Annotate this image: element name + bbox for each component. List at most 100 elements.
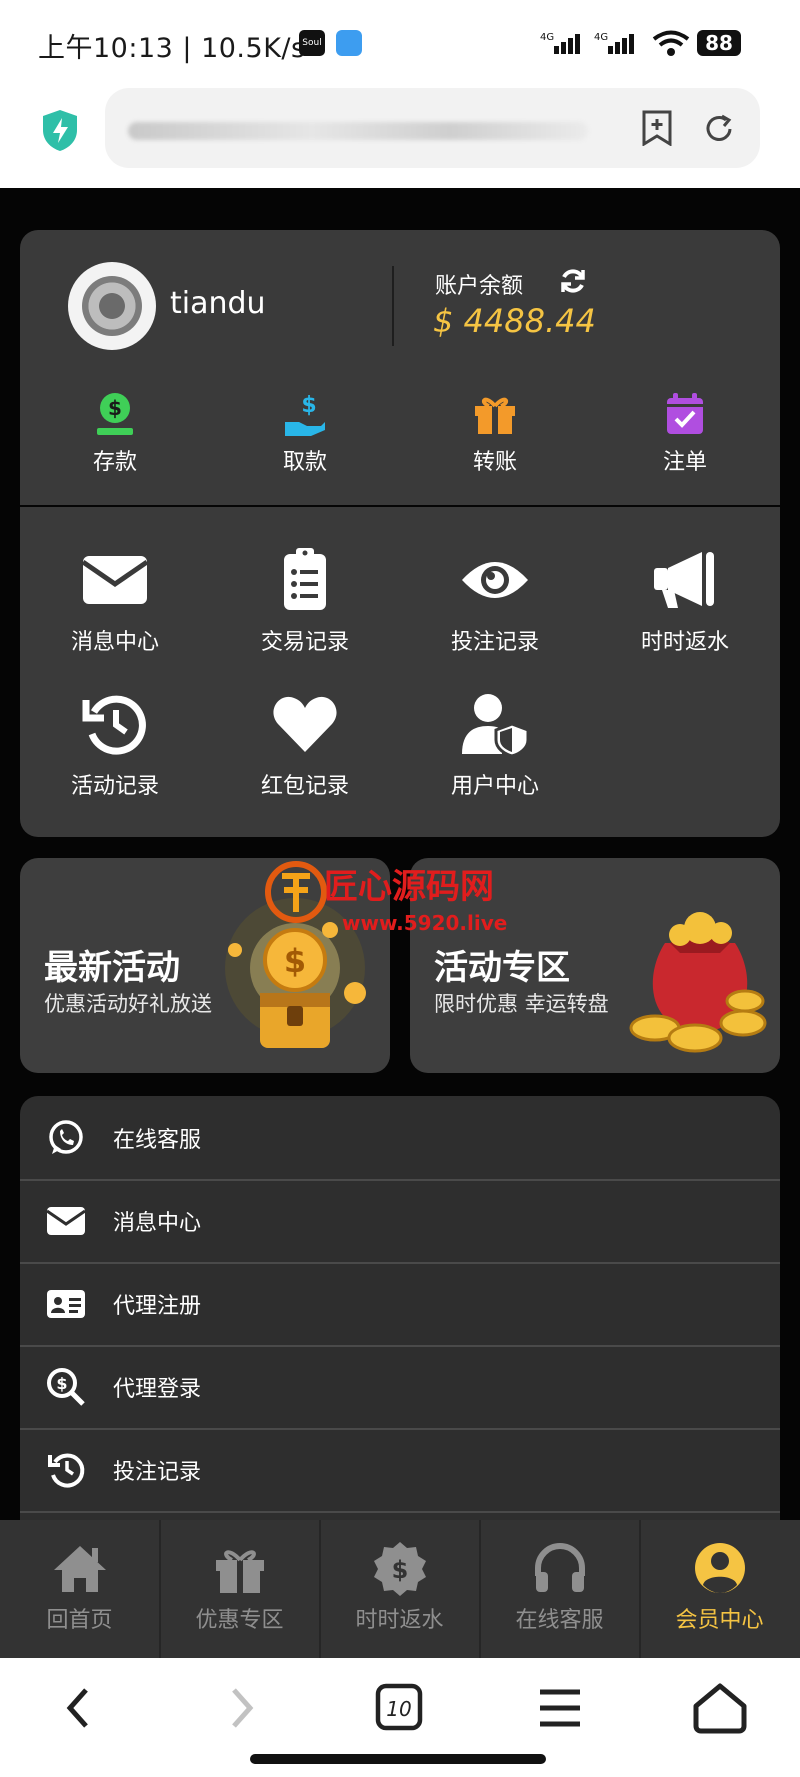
home-indicator[interactable] bbox=[250, 1754, 546, 1764]
grid-item-bet-records[interactable]: 投注记录 bbox=[415, 548, 575, 656]
deposit-button[interactable]: $ 存款 bbox=[55, 390, 175, 476]
gift-icon bbox=[210, 1540, 270, 1596]
grid-item-messages[interactable]: 消息中心 bbox=[35, 548, 195, 656]
withdraw-label: 取款 bbox=[282, 450, 327, 475]
promo-subtitle: 优惠活动好礼放送 bbox=[44, 992, 212, 1016]
forward-icon[interactable] bbox=[200, 1678, 280, 1738]
tab-label: 在线客服 bbox=[515, 1608, 604, 1633]
tab-home[interactable]: 回首页 bbox=[0, 1520, 161, 1658]
add-bookmark-icon[interactable] bbox=[640, 110, 674, 150]
home-icon[interactable] bbox=[680, 1678, 760, 1738]
grid-label: 时时返水 bbox=[640, 630, 729, 655]
svg-text:10: 10 bbox=[386, 1697, 411, 1721]
list-label: 代理注册 bbox=[113, 1294, 202, 1319]
tabs-counter-button[interactable]: 10 bbox=[360, 1678, 440, 1738]
grid-label: 用户中心 bbox=[450, 774, 539, 799]
grid-label: 红包记录 bbox=[260, 774, 349, 799]
megaphone-icon bbox=[650, 548, 720, 612]
bet-slip-button[interactable]: 注单 bbox=[625, 390, 745, 476]
user-shield-icon bbox=[460, 692, 530, 758]
back-icon[interactable] bbox=[40, 1678, 120, 1738]
gift-icon bbox=[471, 390, 519, 438]
reload-icon[interactable] bbox=[702, 112, 736, 150]
divider bbox=[392, 266, 394, 346]
refresh-balance-icon[interactable] bbox=[558, 266, 588, 303]
tab-promotions[interactable]: 优惠专区 bbox=[160, 1520, 321, 1658]
battery-indicator: 88 bbox=[697, 30, 741, 56]
robot-app-icon bbox=[336, 30, 362, 56]
dollar-badge-icon: $ bbox=[370, 1540, 430, 1596]
cell-signal-icon: 4G bbox=[540, 30, 590, 64]
calendar-check-icon bbox=[661, 390, 709, 438]
tab-member-center[interactable]: 会员中心 bbox=[640, 1520, 799, 1658]
status-bar: 上午10:13 | 10.5K/s Soul 4G 4G 88 bbox=[0, 0, 800, 80]
deposit-label: 存款 bbox=[92, 450, 137, 475]
list-item-bet-records[interactable]: 投注记录 bbox=[20, 1428, 780, 1513]
user-circle-icon bbox=[690, 1540, 750, 1596]
svg-text:4G: 4G bbox=[594, 32, 608, 43]
grid-item-user-center[interactable]: 用户中心 bbox=[415, 692, 575, 800]
svg-text:$: $ bbox=[301, 393, 316, 418]
list-label: 代理登录 bbox=[113, 1377, 202, 1402]
history-icon bbox=[46, 1450, 86, 1490]
withdraw-button[interactable]: $ 取款 bbox=[245, 390, 365, 476]
tab-online-service[interactable]: 在线客服 bbox=[480, 1520, 641, 1658]
envelope-icon bbox=[80, 548, 150, 612]
history-icon bbox=[80, 692, 150, 756]
svg-text:www.5920.live: www.5920.live bbox=[342, 911, 507, 935]
whatsapp-icon bbox=[46, 1118, 86, 1158]
tab-label: 回首页 bbox=[46, 1608, 113, 1633]
tab-rebate[interactable]: $ 时时返水 bbox=[320, 1520, 481, 1658]
svg-text:4G: 4G bbox=[540, 32, 554, 43]
svg-text:$: $ bbox=[56, 1374, 67, 1393]
tab-label: 优惠专区 bbox=[195, 1608, 284, 1633]
home-icon bbox=[50, 1540, 110, 1596]
svg-text:$: $ bbox=[108, 396, 122, 420]
tab-label: 会员中心 bbox=[675, 1608, 764, 1633]
list-item-agent-register[interactable]: 代理注册 bbox=[20, 1262, 780, 1347]
menu-icon[interactable] bbox=[520, 1678, 600, 1738]
soul-app-icon: Soul bbox=[299, 30, 325, 56]
list-label: 消息中心 bbox=[113, 1211, 202, 1236]
cell-signal-icon-2: 4G bbox=[594, 30, 644, 64]
transfer-button[interactable]: 转账 bbox=[435, 390, 555, 476]
promo-title: 最新活动 bbox=[44, 948, 180, 988]
list-item-online-service[interactable]: 在线客服 bbox=[20, 1096, 780, 1181]
promo-title: 活动专区 bbox=[434, 948, 570, 988]
url-text-obscured bbox=[128, 122, 588, 140]
avatar[interactable] bbox=[68, 262, 156, 350]
bottom-tab-bar: 回首页 优惠专区 $ 时时返水 在线客服 会员中心 bbox=[0, 1520, 800, 1658]
grid-label: 活动记录 bbox=[70, 774, 159, 799]
list-label: 在线客服 bbox=[113, 1128, 202, 1153]
deposit-icon: $ bbox=[91, 390, 139, 438]
list-item-messages[interactable]: 消息中心 bbox=[20, 1179, 780, 1264]
withdraw-icon: $ bbox=[281, 390, 329, 438]
search-dollar-icon: $ bbox=[46, 1367, 86, 1407]
menu-list: 在线客服 消息中心 代理注册 $ 代理登录 投注记录 bbox=[20, 1096, 780, 1520]
watermark-logo: 匠心源码网 www.5920.live bbox=[262, 850, 562, 945]
clipboard-list-icon bbox=[270, 548, 340, 612]
grid-item-activity-records[interactable]: 活动记录 bbox=[35, 692, 195, 800]
balance-label: 账户余额 bbox=[435, 274, 524, 299]
list-item-agent-login[interactable]: $ 代理登录 bbox=[20, 1345, 780, 1430]
grid-item-rebate[interactable]: 时时返水 bbox=[605, 548, 765, 656]
grid-item-red-packet[interactable]: 红包记录 bbox=[225, 692, 385, 800]
grid-label: 消息中心 bbox=[70, 630, 159, 655]
grid-item-transactions[interactable]: 交易记录 bbox=[225, 548, 385, 656]
headphones-icon bbox=[530, 1540, 590, 1596]
money-bag-icon bbox=[629, 912, 767, 1053]
eye-icon bbox=[460, 548, 530, 612]
svg-text:$: $ bbox=[391, 1556, 408, 1584]
security-shield-icon[interactable] bbox=[40, 108, 80, 156]
promo-subtitle: 限时优惠 幸运转盘 bbox=[434, 992, 609, 1016]
status-time: 上午10:13 | 10.5K/s bbox=[38, 33, 306, 64]
transfer-label: 转账 bbox=[472, 450, 517, 475]
envelope-icon bbox=[46, 1201, 86, 1241]
balance-amount: $ 4488.44 bbox=[433, 302, 596, 340]
tab-label: 时时返水 bbox=[355, 1608, 444, 1633]
svg-text:匠心源码网: 匠心源码网 bbox=[324, 867, 494, 907]
bet-slip-label: 注单 bbox=[662, 450, 707, 475]
heart-icon bbox=[270, 692, 340, 756]
id-card-icon bbox=[46, 1284, 86, 1324]
grid-label: 投注记录 bbox=[450, 630, 539, 655]
